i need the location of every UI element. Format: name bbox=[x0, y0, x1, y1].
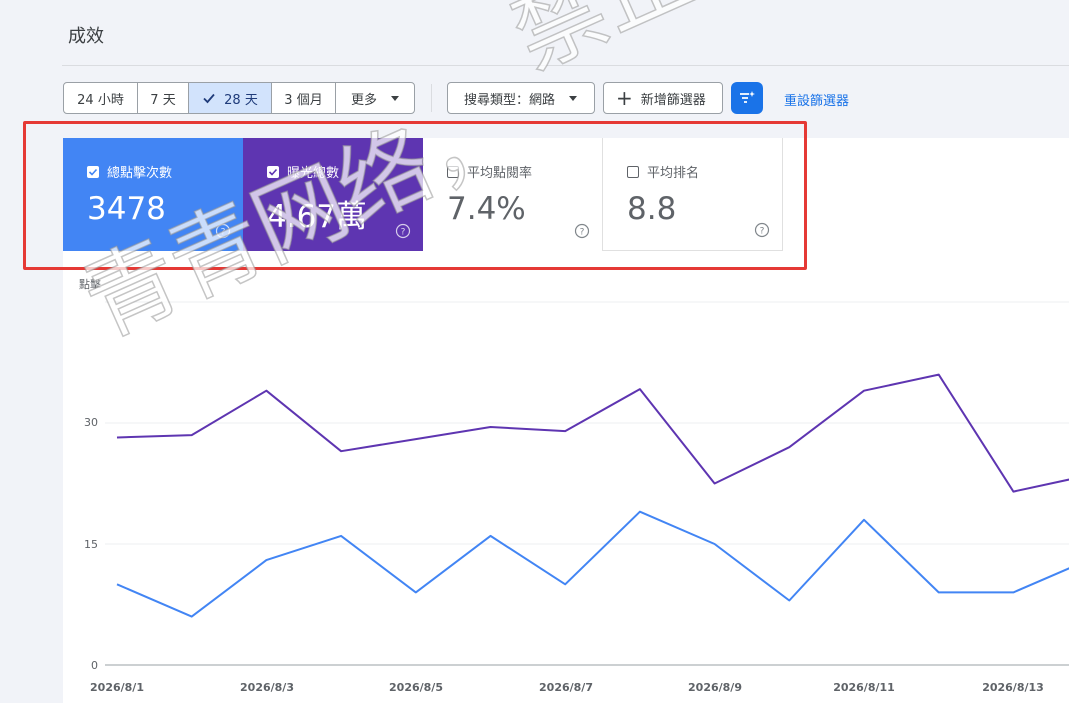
date-range-label: 7 天 bbox=[150, 92, 176, 108]
date-range-3m-button[interactable]: 3 個月 bbox=[272, 83, 336, 113]
filter-sparkle-icon bbox=[740, 91, 755, 103]
x-tick-label: 2026/8/1 bbox=[90, 681, 144, 694]
check-icon bbox=[203, 93, 215, 104]
date-range-label: 更多 bbox=[350, 92, 377, 108]
search-type-dropdown[interactable]: 搜尋類型：網路 bbox=[447, 82, 595, 114]
title-divider bbox=[62, 65, 1069, 66]
y-tick-label: 15 bbox=[84, 538, 98, 551]
date-range-28d-button[interactable]: 28 天 bbox=[189, 83, 272, 113]
page-title: 成效 bbox=[68, 26, 104, 47]
x-tick-label: 2026/8/3 bbox=[240, 681, 294, 694]
red-highlight-annotation bbox=[23, 121, 807, 270]
date-range-more-dropdown[interactable]: 更多 bbox=[336, 83, 414, 113]
date-range-label: 3 個月 bbox=[284, 92, 323, 108]
add-filter-label: 新增篩選器 bbox=[640, 92, 706, 108]
add-filter-button[interactable]: + 新增篩選器 bbox=[603, 82, 723, 114]
date-range-7d-button[interactable]: 7 天 bbox=[138, 83, 189, 113]
y-tick-label: 0 bbox=[91, 659, 98, 672]
toolbar-divider bbox=[431, 84, 432, 112]
x-tick-label: 2026/8/5 bbox=[389, 681, 443, 694]
x-tick-label: 2026/8/13 bbox=[982, 681, 1044, 694]
chart-y-axis-title: 點擊 bbox=[79, 278, 101, 291]
date-range-label: 24 小時 bbox=[77, 92, 124, 108]
x-tick-label: 2026/8/9 bbox=[688, 681, 742, 694]
caret-down-icon bbox=[569, 95, 578, 101]
search-type-label: 搜尋類型：網路 bbox=[464, 92, 556, 108]
x-tick-label: 2026/8/11 bbox=[833, 681, 895, 694]
x-tick-label: 2026/8/7 bbox=[539, 681, 593, 694]
date-range-24h-button[interactable]: 24 小時 bbox=[64, 83, 138, 113]
filter-settings-button[interactable] bbox=[731, 82, 763, 114]
date-range-label: 28 天 bbox=[224, 92, 258, 108]
plus-icon: + bbox=[616, 86, 633, 110]
caret-down-icon bbox=[391, 95, 399, 101]
reset-filters-link[interactable]: 重設篩選器 bbox=[784, 90, 849, 109]
date-range-selector: 24 小時 7 天 28 天 3 個月 更多 bbox=[63, 82, 415, 114]
y-tick-label: 30 bbox=[84, 416, 98, 429]
